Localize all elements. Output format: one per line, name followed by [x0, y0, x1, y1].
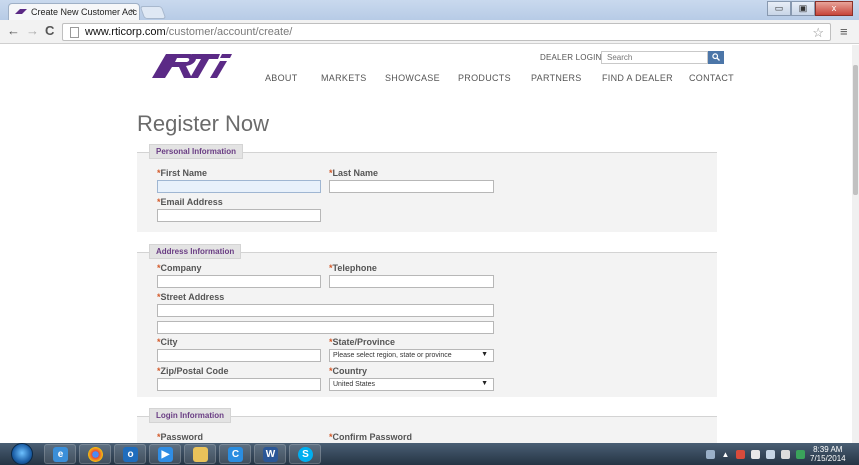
taskbar-word[interactable]: W: [254, 444, 286, 464]
country-label: *Country: [329, 366, 368, 376]
tab-title: Create New Customer Acc: [31, 7, 138, 17]
folder-icon: [193, 447, 208, 462]
email-field[interactable]: [157, 209, 321, 222]
scrollbar-thumb[interactable]: [853, 65, 858, 195]
street-address-label: *Street Address: [157, 292, 225, 302]
company-field[interactable]: [157, 275, 321, 288]
taskbar-explorer[interactable]: [184, 444, 216, 464]
nav-contact[interactable]: CONTACT: [689, 73, 734, 83]
browser-tab-strip: Create New Customer Acc × ▭ ▣ x: [0, 0, 859, 20]
country-value: United States: [333, 381, 376, 388]
section-legend: Login Information: [149, 408, 231, 423]
first-name-field[interactable]: [157, 180, 321, 193]
last-name-label: *Last Name: [329, 168, 379, 178]
state-province-label: *State/Province: [329, 337, 396, 347]
media-player-icon: ▶: [158, 447, 173, 462]
dropdown-arrow-icon: ▼: [481, 351, 488, 358]
tray-expand-icon[interactable]: ▲: [721, 450, 730, 459]
nav-find-a-dealer[interactable]: FIND A DEALER: [602, 73, 673, 83]
tab-close-icon[interactable]: ×: [130, 6, 135, 16]
state-province-value: Please select region, state or province: [333, 352, 452, 359]
url-host: www.rticorp.com: [85, 26, 166, 38]
first-name-label: *First Name: [157, 168, 208, 178]
back-arrow-icon[interactable]: ←: [7, 24, 20, 38]
maximize-button[interactable]: ▣: [791, 1, 815, 16]
telephone-label: *Telephone: [329, 263, 377, 273]
login-information-section: Login Information *Password *Confirm Pas…: [137, 408, 717, 443]
internet-explorer-icon: e: [53, 447, 68, 462]
sync-icon[interactable]: [796, 449, 805, 459]
nav-about[interactable]: ABOUT: [265, 73, 298, 83]
rti-logo[interactable]: [146, 50, 234, 80]
company-label: *Company: [157, 263, 202, 273]
volume-icon[interactable]: [781, 449, 790, 459]
search-button[interactable]: [708, 51, 724, 64]
city-label: *City: [157, 337, 178, 347]
taskbar-skype[interactable]: S: [289, 444, 321, 464]
page-scrollbar[interactable]: [852, 45, 859, 443]
chrome-app-icon: C: [228, 447, 243, 462]
taskbar-chrome[interactable]: [79, 444, 111, 464]
page-viewport: DEALER LOGIN ABOUT MARKETS SHOWCASE PROD…: [0, 45, 852, 443]
page-title: Register Now: [137, 111, 270, 136]
clock-date: 7/15/2014: [810, 454, 846, 463]
zip-label: *Zip/Postal Code: [157, 366, 229, 376]
system-tray: ▲: [706, 448, 805, 460]
email-label: *Email Address: [157, 197, 223, 207]
keyboard-icon[interactable]: [706, 449, 715, 459]
city-field[interactable]: [157, 349, 321, 362]
password-label: *Password: [157, 432, 204, 442]
zip-field[interactable]: [157, 378, 321, 391]
skype-icon: S: [298, 447, 313, 462]
close-window-button[interactable]: x: [815, 1, 853, 16]
telephone-field[interactable]: [329, 275, 494, 288]
battery-icon[interactable]: [766, 449, 775, 459]
address-information-section: Address Information *Company *Telephone …: [137, 244, 717, 397]
search-input[interactable]: [601, 51, 708, 64]
window-controls: ▭ ▣ x: [767, 1, 853, 17]
country-select[interactable]: United States ▼: [329, 378, 494, 391]
windows-taskbar: e o ▶ C W S ▲ 8:39 AM 7/15/2014: [0, 443, 859, 465]
url-path: /customer/account/create/: [165, 26, 293, 38]
taskbar-ie[interactable]: e: [44, 444, 76, 464]
browser-toolbar: ← → C www.rticorp.com/customer/account/c…: [0, 20, 859, 44]
browser-menu-icon[interactable]: ≡: [840, 24, 848, 39]
chrome-icon: [88, 447, 103, 462]
personal-information-section: Personal Information *First Name *Last N…: [137, 144, 717, 232]
browser-tab[interactable]: Create New Customer Acc ×: [8, 3, 140, 20]
clock-time: 8:39 AM: [813, 445, 843, 454]
bookmark-star-icon[interactable]: ☆: [812, 25, 824, 41]
nav-markets[interactable]: MARKETS: [321, 73, 367, 83]
outlook-icon: o: [123, 447, 138, 462]
dropdown-arrow-icon: ▼: [481, 380, 488, 387]
start-button[interactable]: [11, 443, 33, 465]
confirm-password-label: *Confirm Password: [329, 432, 413, 442]
street-address-line1-field[interactable]: [157, 304, 494, 317]
nav-products[interactable]: PRODUCTS: [458, 73, 511, 83]
main-nav: ABOUT MARKETS SHOWCASE PRODUCTS PARTNERS…: [265, 73, 735, 87]
flag-icon[interactable]: [736, 449, 745, 459]
word-icon: W: [263, 447, 278, 462]
search-icon: [712, 53, 720, 61]
last-name-field[interactable]: [329, 180, 494, 193]
nav-showcase[interactable]: SHOWCASE: [385, 73, 440, 83]
minimize-button[interactable]: ▭: [767, 1, 791, 16]
nav-partners[interactable]: PARTNERS: [531, 73, 582, 83]
taskbar-outlook[interactable]: o: [114, 444, 146, 464]
page-icon: [70, 27, 79, 38]
taskbar-clock[interactable]: 8:39 AM 7/15/2014: [810, 445, 846, 463]
dealer-login-link[interactable]: DEALER LOGIN: [540, 53, 602, 62]
network-icon[interactable]: [751, 449, 760, 459]
new-tab-button[interactable]: [139, 6, 167, 19]
taskbar-media-player[interactable]: ▶: [149, 444, 181, 464]
state-province-select[interactable]: Please select region, state or province …: [329, 349, 494, 362]
street-address-line2-field[interactable]: [157, 321, 494, 334]
taskbar-chrome-app[interactable]: C: [219, 444, 251, 464]
forward-arrow-icon[interactable]: →: [26, 24, 39, 38]
section-legend: Address Information: [149, 244, 242, 259]
section-legend: Personal Information: [149, 144, 244, 159]
address-bar[interactable]: www.rticorp.com/customer/account/create/…: [62, 23, 831, 41]
rti-favicon-icon: [15, 9, 27, 14]
reload-icon[interactable]: C: [45, 24, 54, 38]
